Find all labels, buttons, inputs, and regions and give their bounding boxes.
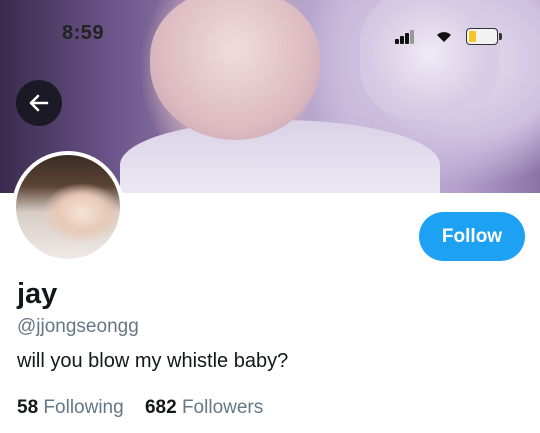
battery-icon [466,28,502,45]
avatar[interactable] [12,151,124,263]
profile-stats: 58 Following 682 Followers [17,397,279,419]
wifi-icon [437,32,451,42]
cellular-signal-icon [395,30,417,44]
followers-count: 682 [144,397,177,418]
follow-button[interactable]: Follow [419,212,525,261]
following-label: Following [43,397,124,418]
profile-bio: will you blow my whistle baby? [17,350,289,372]
following-link[interactable]: 58 Following [17,397,124,418]
banner-face [150,0,320,140]
display-name: jay [17,278,58,310]
arrow-left-icon [29,94,49,112]
user-handle: @jjongseongg [17,316,139,337]
banner-hand [360,0,500,120]
following-count: 58 [17,397,39,418]
back-button[interactable] [16,80,62,126]
followers-link[interactable]: 682 Followers [145,397,263,418]
status-time: 8:59 [62,22,105,44]
banner-shirt [120,120,440,193]
followers-label: Followers [181,397,264,418]
